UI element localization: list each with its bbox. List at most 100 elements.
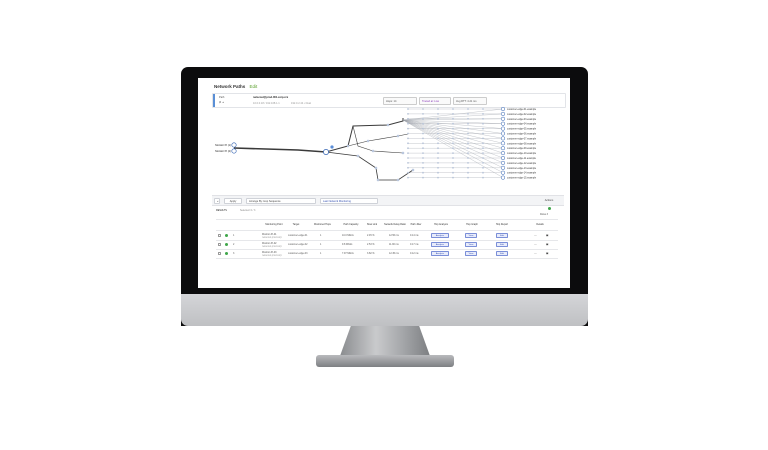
row-checkbox[interactable] [218, 234, 221, 237]
apply-button[interactable]: Apply [224, 197, 242, 204]
hop-node[interactable] [437, 137, 439, 140]
col-target[interactable]: Target [288, 223, 304, 226]
hop-node[interactable] [437, 147, 439, 150]
destination-node[interactable] [500, 106, 506, 112]
hop-node[interactable] [422, 142, 424, 145]
hop-node[interactable] [467, 147, 469, 150]
hop-analysis-button[interactable]: Analysis [431, 242, 449, 247]
hop-node[interactable] [452, 132, 454, 135]
hop-report-button[interactable]: Edit [496, 233, 508, 238]
hop-node[interactable] [407, 176, 409, 179]
row-details-icon[interactable]: ▣ [546, 234, 548, 237]
hop-report-button[interactable]: Edit [496, 242, 508, 247]
destination-node[interactable] [500, 165, 506, 170]
hop-node[interactable] [411, 168, 415, 172]
hop-node[interactable] [452, 171, 454, 174]
hop-node[interactable] [467, 162, 469, 164]
hop-node[interactable] [467, 176, 469, 179]
monitoring-select[interactable]: Last Network Monitoring [320, 197, 378, 204]
hop-node[interactable] [467, 157, 469, 159]
hop-node[interactable] [467, 108, 469, 110]
hop-node[interactable] [467, 117, 469, 120]
hop-node[interactable] [407, 132, 409, 135]
collapse-button[interactable]: « [214, 197, 220, 204]
col-hop-graph[interactable]: Hop Graph [464, 223, 480, 226]
hop-node[interactable] [422, 117, 424, 120]
hop-graph-button[interactable]: View [465, 251, 477, 256]
row-menu-icon[interactable]: ⋯ [534, 243, 536, 246]
hop-node[interactable] [452, 108, 454, 110]
hop-node[interactable] [407, 117, 409, 120]
destination-node[interactable] [500, 170, 506, 175]
hop-node[interactable] [467, 142, 469, 145]
hop-node[interactable] [422, 113, 424, 115]
hop-node[interactable] [467, 137, 469, 140]
hop-node[interactable] [467, 127, 469, 130]
hop-node[interactable] [366, 139, 370, 143]
hop-node[interactable] [422, 132, 424, 135]
hop-node[interactable] [467, 171, 469, 174]
source-node-2[interactable] [231, 148, 237, 154]
hop-node[interactable] [396, 134, 400, 138]
hop-node[interactable] [407, 108, 409, 110]
hop-node[interactable] [422, 122, 424, 125]
destination-node[interactable] [500, 160, 506, 165]
col-monitored-hops[interactable]: Monitored Hops [314, 223, 331, 226]
hop-node[interactable] [437, 142, 439, 145]
hop-node[interactable] [482, 108, 484, 110]
row-target[interactable]: customer-edge-03 [288, 252, 307, 255]
row-checkbox[interactable] [218, 252, 221, 255]
hop-node[interactable] [407, 147, 409, 150]
hop-node[interactable] [376, 178, 380, 182]
hop-node[interactable] [437, 108, 439, 110]
hop-node[interactable] [482, 157, 484, 159]
source-node-1[interactable] [231, 142, 237, 148]
hop-graph-button[interactable]: View [465, 242, 477, 247]
destination-node[interactable] [500, 126, 506, 131]
hop-node[interactable] [452, 127, 454, 130]
hop-node[interactable] [422, 147, 424, 150]
hop-node[interactable] [437, 176, 439, 179]
junction-node[interactable] [323, 149, 329, 155]
hop-node[interactable] [437, 171, 439, 174]
hop-node[interactable] [437, 122, 439, 125]
hop-node[interactable] [437, 127, 439, 130]
hop-node[interactable] [482, 142, 484, 145]
hop-node[interactable] [482, 171, 484, 174]
hop-node[interactable] [452, 162, 454, 164]
destination-node[interactable] [500, 155, 506, 161]
hop-node[interactable] [437, 113, 439, 115]
hop-node[interactable] [407, 142, 409, 145]
hop-node[interactable] [407, 127, 409, 130]
hop-node[interactable] [374, 166, 378, 170]
hop-node[interactable] [467, 166, 469, 169]
hop-node[interactable] [452, 152, 454, 154]
hop-node[interactable] [482, 176, 484, 179]
hop-node[interactable] [407, 162, 409, 164]
hop-node[interactable] [422, 108, 424, 110]
destination-node[interactable] [500, 121, 506, 126]
hop-node[interactable] [452, 147, 454, 150]
junction-node-2[interactable] [330, 145, 334, 149]
hop-node[interactable] [422, 171, 424, 174]
arrange-by-select[interactable]: Arrange By: Hop Sequence [246, 197, 316, 204]
hop-node[interactable] [467, 122, 469, 125]
destination-node[interactable] [500, 111, 506, 116]
hop-analysis-button[interactable]: Analysis [431, 251, 449, 256]
hop-node[interactable] [422, 162, 424, 164]
hop-node[interactable] [401, 151, 405, 155]
hop-node[interactable] [482, 147, 484, 150]
hop-graph-button[interactable]: View [465, 233, 477, 238]
hop-node[interactable] [482, 132, 484, 135]
hop-node[interactable] [407, 122, 409, 125]
destination-node[interactable] [500, 141, 506, 146]
hop-node[interactable] [437, 132, 439, 135]
destination-node[interactable] [500, 146, 506, 151]
hop-node[interactable] [407, 166, 409, 169]
destination-node[interactable] [500, 131, 506, 136]
row-menu-icon[interactable]: ⋯ [534, 252, 536, 255]
col-delay-ratio[interactable]: Network Delay Ratio [384, 223, 406, 226]
col-path-jitter[interactable]: Path Jitter [408, 223, 424, 226]
col-hop-report[interactable]: Hop Report [494, 223, 510, 226]
hop-node[interactable] [482, 113, 484, 115]
